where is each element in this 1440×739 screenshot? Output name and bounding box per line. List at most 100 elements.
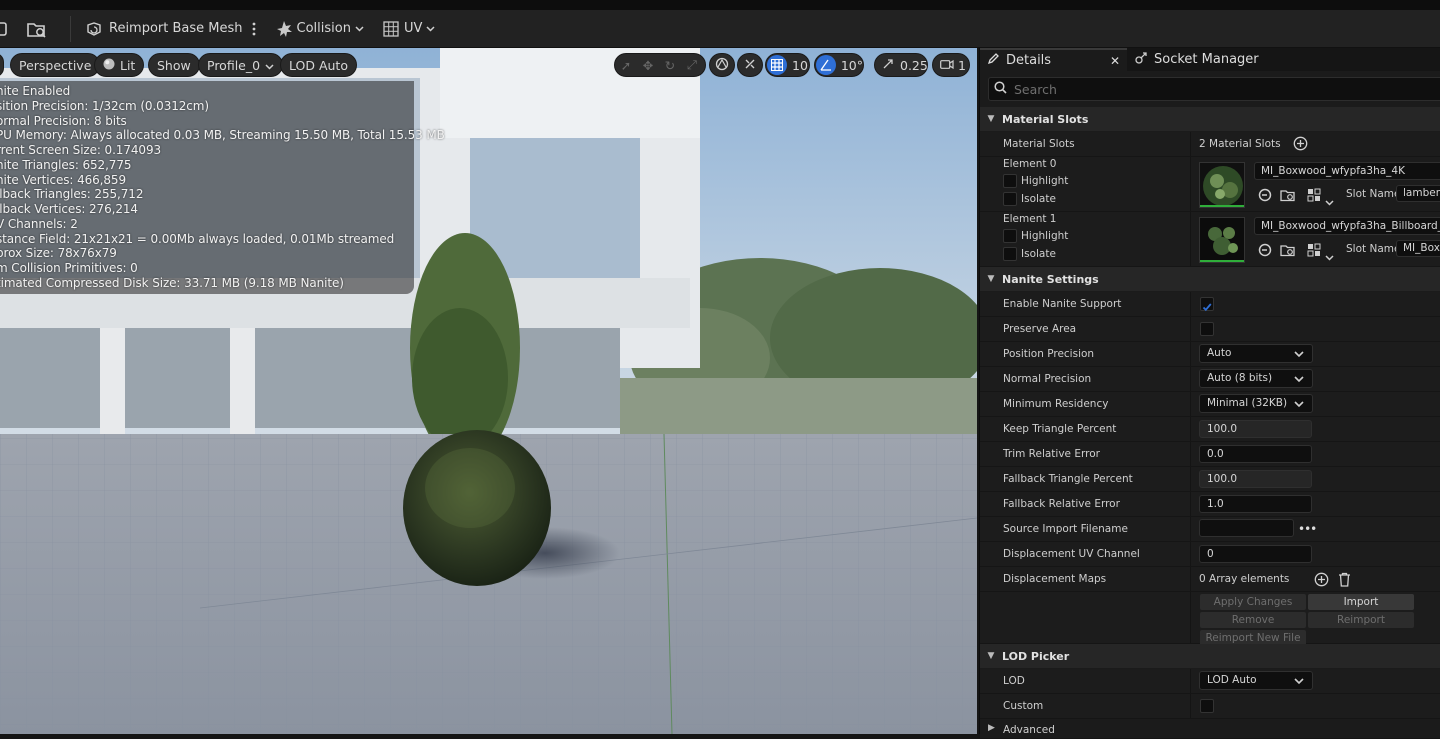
uv-menu-button[interactable]: UV — [382, 10, 435, 47]
fallback-error-input[interactable]: 1.0 — [1199, 495, 1312, 513]
stats-line: rrent Screen Size: 0.174093 — [0, 143, 162, 157]
trash-icon[interactable] — [1338, 572, 1351, 591]
chevron-down-icon — [1294, 676, 1304, 688]
lod-row: LOD LOD Auto — [980, 669, 1440, 694]
section-title: Nanite Settings — [1002, 272, 1099, 286]
reimport-base-mesh-button[interactable]: Reimport Base Mesh — [85, 10, 243, 47]
close-icon[interactable]: ✕ — [1110, 54, 1120, 68]
reimport-button[interactable]: Reimport — [1308, 612, 1414, 628]
minimum-residency-dropdown[interactable]: Minimal (32KB) — [1199, 394, 1313, 413]
section-material-slots[interactable]: ▼ Material Slots — [980, 107, 1440, 131]
position-precision-dropdown[interactable]: Auto — [1199, 344, 1313, 363]
material-options-icon[interactable] — [1307, 187, 1321, 206]
browse-folder-icon[interactable] — [26, 10, 52, 47]
search-icon — [994, 81, 1007, 97]
highlight-checkbox[interactable] — [1003, 229, 1017, 243]
select-tool-icon[interactable]: ➚ — [615, 58, 637, 73]
displacement-maps-label: Displacement Maps — [1003, 573, 1107, 585]
material-name-field[interactable]: MI_Boxwood_wfypfa3ha_Billboard_4K — [1254, 217, 1440, 235]
browse-asset-icon[interactable] — [1280, 187, 1296, 206]
custom-checkbox[interactable] — [1200, 699, 1214, 713]
details-search-input[interactable]: Search — [988, 77, 1440, 101]
keep-triangle-input[interactable]: 100.0 — [1199, 420, 1312, 438]
camera-icon — [940, 58, 954, 73]
use-selected-asset-icon[interactable] — [1258, 242, 1272, 261]
tab-socket-manager[interactable]: Socket Manager — [1134, 48, 1259, 71]
camera-speed-button[interactable]: 1 — [932, 53, 970, 77]
reimport-options-button[interactable] — [251, 10, 257, 47]
move-tool-icon[interactable]: ✥ — [637, 58, 659, 73]
material-thumbnail[interactable] — [1199, 217, 1245, 263]
scale-tool-icon[interactable]: ⤢ — [681, 57, 703, 73]
stats-line: m Collision Primitives: 0 — [0, 261, 138, 275]
material-name-field[interactable]: MI_Boxwood_wfypfa3ha_4K — [1254, 162, 1440, 180]
isolate-checkbox[interactable] — [1003, 247, 1017, 261]
grid-snap-button[interactable]: 10 — [765, 53, 810, 77]
position-precision-row: Position Precision Auto — [980, 342, 1440, 367]
tab-details[interactable]: Details ✕ — [980, 48, 1127, 71]
lod-dropdown[interactable]: LOD Auto — [1199, 671, 1313, 690]
apply-changes-button[interactable]: Apply Changes — [1200, 594, 1306, 610]
rotate-tool-icon[interactable]: ↻ — [659, 58, 681, 73]
scale-snap-icon — [882, 58, 894, 73]
highlight-checkbox[interactable] — [1003, 174, 1017, 188]
stats-line: prox Size: 78x76x79 — [0, 246, 117, 261]
enable-nanite-checkbox[interactable] — [1200, 297, 1214, 312]
fallback-error-row: Fallback Relative Error 1.0 — [980, 492, 1440, 517]
highlight-label: Highlight — [1021, 230, 1069, 242]
add-element-icon[interactable] — [1314, 572, 1329, 591]
source-import-input[interactable] — [1199, 519, 1294, 537]
collision-menu-button[interactable]: Collision — [275, 10, 364, 47]
use-selected-asset-icon[interactable] — [1258, 187, 1272, 206]
advanced-label: Advanced — [1003, 724, 1055, 736]
chevron-down-icon[interactable] — [1325, 246, 1334, 265]
source-import-label: Source Import Filename — [1003, 523, 1128, 535]
lod-auto-button[interactable]: LOD Auto — [280, 53, 357, 77]
displacement-uv-row: Displacement UV Channel 0 — [980, 542, 1440, 567]
import-button[interactable]: Import — [1308, 594, 1414, 610]
chevron-down-icon — [1294, 374, 1304, 386]
normal-precision-dropdown[interactable]: Auto (8 bits) — [1199, 369, 1313, 388]
coordinate-system-button[interactable] — [709, 53, 735, 77]
perspective-button[interactable]: Perspective — [10, 53, 101, 77]
isolate-checkbox[interactable] — [1003, 192, 1017, 206]
more-options-icon[interactable]: ••• — [1298, 522, 1317, 536]
browse-asset-icon[interactable] — [1280, 242, 1296, 261]
chevron-down-icon — [1294, 399, 1304, 411]
scale-snap-button[interactable]: 0.25 — [874, 53, 928, 77]
slot-name-field[interactable]: MI_Boxwood — [1396, 240, 1440, 257]
minimum-residency-label: Minimum Residency — [1003, 398, 1109, 410]
section-lod-picker[interactable]: ▼ LOD Picker — [980, 644, 1440, 668]
custom-label: Custom — [1003, 700, 1044, 712]
stats-line: timated Compressed Disk Size: 33.71 MB (… — [0, 275, 344, 290]
lit-view-mode-button[interactable]: Lit — [94, 53, 145, 77]
panel-icon[interactable] — [0, 10, 10, 47]
stats-line: nite Enabled — [0, 84, 71, 98]
collapsed-arrow-icon: ▶ — [988, 723, 995, 733]
mesh-viewport[interactable]: Perspective Lit Show Profile_0 LOD Auto … — [0, 48, 977, 734]
details-panel: Details ✕ Socket Manager Search ▼ Materi… — [979, 48, 1440, 739]
rotation-snap-button[interactable]: 10° — [814, 53, 864, 77]
chevron-down-icon[interactable] — [1325, 191, 1334, 210]
section-nanite-settings[interactable]: ▼ Nanite Settings — [980, 267, 1440, 291]
grid-snap-value: 10 — [792, 57, 808, 73]
show-flags-button[interactable]: Show — [148, 53, 200, 77]
remove-button[interactable]: Remove — [1200, 612, 1306, 628]
lod-label: LOD — [1003, 675, 1025, 687]
displacement-uv-input[interactable]: 0 — [1199, 545, 1312, 563]
profile-button[interactable]: Profile_0 — [198, 53, 284, 77]
profile-label: Profile_0 — [207, 57, 261, 73]
displacement-uv-value: 0 — [1207, 548, 1214, 560]
material-options-icon[interactable] — [1307, 242, 1321, 261]
preserve-area-checkbox[interactable] — [1200, 322, 1214, 336]
fallback-error-label: Fallback Relative Error — [1003, 498, 1120, 510]
trim-error-input[interactable]: 0.0 — [1199, 445, 1312, 463]
material-thumbnail[interactable] — [1199, 162, 1245, 208]
add-slot-icon[interactable] — [1293, 136, 1308, 155]
advanced-row[interactable]: ▶ Advanced — [980, 719, 1440, 739]
stats-line: stance Field: 21x21x21 = 0.00Mb always l… — [0, 231, 395, 246]
surface-snap-button[interactable] — [737, 53, 763, 77]
fallback-triangle-input[interactable]: 100.0 — [1199, 470, 1312, 488]
slot-name-field[interactable]: lambert1 — [1396, 185, 1440, 202]
search-placeholder: Search — [1014, 81, 1057, 97]
